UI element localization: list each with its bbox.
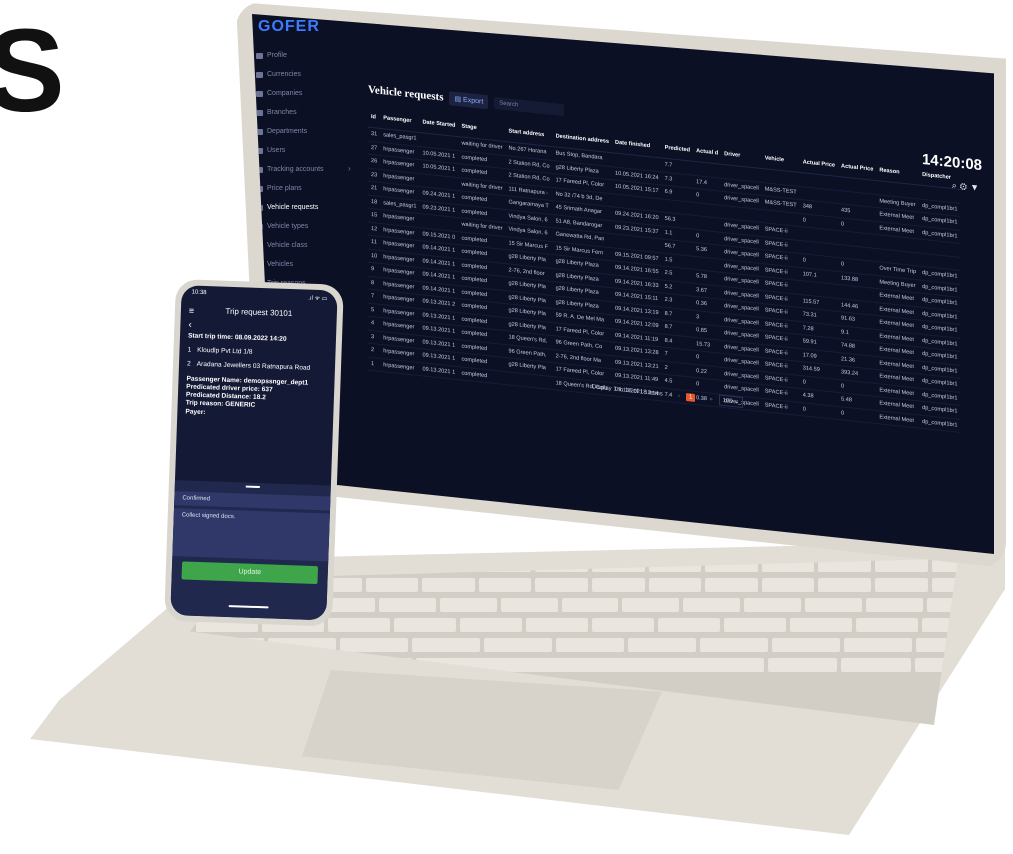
- table-cell: 0: [799, 402, 839, 420]
- stop-item: 2 Aradana Jewellers 03 Ratnapura Road: [187, 361, 327, 374]
- sidebar-item[interactable]: Vehicles: [252, 255, 352, 274]
- sidebar-item-label: Currencies: [267, 71, 301, 78]
- sidebar-item-label: Vehicle types: [267, 223, 309, 230]
- table-cell: SPACE-ii: [761, 398, 800, 416]
- filter-icon[interactable]: ▼: [970, 182, 982, 193]
- table-cell: 27: [368, 140, 381, 156]
- sidebar-item[interactable]: Tracking accounts: [252, 160, 352, 179]
- sidebar-item[interactable]: Companies: [252, 84, 352, 103]
- phone-time: 10:38: [191, 289, 207, 297]
- sidebar-collapse-icon[interactable]: ›: [348, 164, 351, 173]
- table-cell: 10: [368, 248, 381, 264]
- phone: 10:38 .ıl ᯤ ▭ ≡ Trip request 30101 ‹ Sta…: [164, 279, 344, 627]
- trip-details: Start trip time: 08.09.2022 14:20 1 Kloud…: [177, 330, 336, 423]
- export-icon: ▤: [454, 95, 464, 104]
- table-cell: 15: [368, 208, 381, 223]
- sidebar-item[interactable]: Currencies: [252, 65, 352, 84]
- sidebar-item-label: Vehicles: [267, 261, 294, 268]
- sidebar-item[interactable]: Users: [252, 141, 352, 160]
- column-header[interactable]: Actual d: [693, 140, 722, 165]
- main-content: Vehicle requests ▤ Export Search 14:20:0…: [362, 82, 990, 554]
- laptop-screen: GOFER Profile Currencies Companies Branches…: [252, 14, 994, 554]
- menu-icon[interactable]: ≡: [189, 301, 195, 319]
- trip-title: Trip request 30101: [225, 306, 293, 319]
- table-cell: 1: [368, 356, 381, 372]
- company-icon: [256, 90, 263, 97]
- sidebar-item-label: Price plans: [267, 185, 302, 192]
- requests-table: Id Passenger Date Started Stage Start addres…: [368, 106, 961, 433]
- sidebar-item-label: Departments: [267, 128, 308, 135]
- sidebar-item[interactable]: Profile: [252, 46, 352, 65]
- sidebar-item[interactable]: Vehicle class: [252, 236, 352, 255]
- stop-text: Kloudlp Pvt Ltd 1/8: [197, 347, 253, 356]
- sidebar-item-label: Users: [267, 147, 286, 154]
- prev-page-button[interactable]: ‹: [678, 393, 680, 399]
- sidebar-item[interactable]: Departments: [252, 122, 352, 141]
- stop-text: Aradana Jewellers 03 Ratnapura Road: [196, 361, 311, 373]
- export-button[interactable]: ▤ Export: [449, 91, 489, 110]
- table-cell: 8: [368, 275, 381, 291]
- sidebar-item-label: Tracking accounts: [267, 166, 324, 173]
- status-field[interactable]: Confirmed: [174, 491, 331, 511]
- page-title: Vehicle requests: [368, 83, 444, 104]
- profile-icon: [256, 52, 263, 59]
- table-cell: 5: [368, 302, 381, 318]
- sidebar-item[interactable]: Branches: [252, 103, 352, 122]
- table-cell: 3: [368, 329, 381, 345]
- sheet-handle[interactable]: [245, 485, 260, 489]
- stop-item: 1 Kloudlp Pvt Ltd 1/8: [187, 347, 327, 360]
- table-cell: 23: [368, 167, 381, 183]
- sidebar-item-label: Branches: [267, 109, 297, 116]
- table-cell: 11: [368, 235, 381, 250]
- gear-icon[interactable]: ⚙: [960, 181, 970, 192]
- trip-start-time: Start trip time: 08.09.2022 14:20: [187, 332, 287, 343]
- page-size-value: 100: [722, 397, 733, 405]
- table-cell: 26: [368, 154, 381, 169]
- next-page-button[interactable]: ›: [701, 395, 703, 401]
- first-page-button[interactable]: «: [669, 392, 672, 398]
- table-cell: 7: [368, 289, 381, 304]
- table-cell: 4: [368, 316, 381, 331]
- signal-wifi-battery-icon: .ıl ᯤ ▭: [308, 295, 328, 303]
- sidebar-item-label: Vehicle requests: [267, 204, 319, 211]
- search-input[interactable]: Search: [494, 96, 565, 117]
- chevron-down-icon: ⌄: [734, 399, 740, 406]
- branch-icon: [256, 109, 263, 116]
- bottom-sheet: Confirmed Collect signed docs.: [170, 480, 331, 621]
- table-cell: 09.13.2021 1: [419, 362, 459, 380]
- table-cell: 21: [368, 181, 381, 196]
- export-label: Export: [463, 96, 484, 106]
- app-logo: GOFER: [258, 18, 320, 35]
- table-cell: 12: [368, 221, 381, 237]
- stop-number: 2: [186, 360, 191, 369]
- currency-icon: [256, 71, 263, 78]
- stop-number: 1: [187, 346, 192, 354]
- table-cell: 0: [838, 406, 877, 424]
- sidebar-item-label: Vehicle class: [267, 242, 308, 249]
- sidebar-item[interactable]: Price plans: [252, 179, 352, 198]
- last-page-button[interactable]: »: [709, 396, 712, 402]
- sidebar-item[interactable]: Vehicle types: [252, 217, 352, 236]
- sidebar-item-label: Profile: [267, 52, 287, 59]
- current-page-button[interactable]: 1: [686, 392, 696, 402]
- column-header[interactable]: Id: [368, 106, 381, 129]
- table-cell: 9: [368, 262, 381, 277]
- notes-field[interactable]: Collect signed docs.: [172, 508, 330, 562]
- hero-letter: S: [0, 5, 65, 137]
- sidebar-item[interactable]: Vehicle requests: [252, 198, 352, 217]
- phone-screen: 10:38 .ıl ᯤ ▭ ≡ Trip request 30101 ‹ Sta…: [170, 285, 338, 621]
- table-cell: 31: [368, 127, 381, 142]
- table-cell: 18: [368, 194, 381, 210]
- table-cell: hrpassenger: [380, 357, 420, 376]
- table-cell: 2: [368, 343, 381, 358]
- sidebar-item-label: Companies: [267, 90, 303, 97]
